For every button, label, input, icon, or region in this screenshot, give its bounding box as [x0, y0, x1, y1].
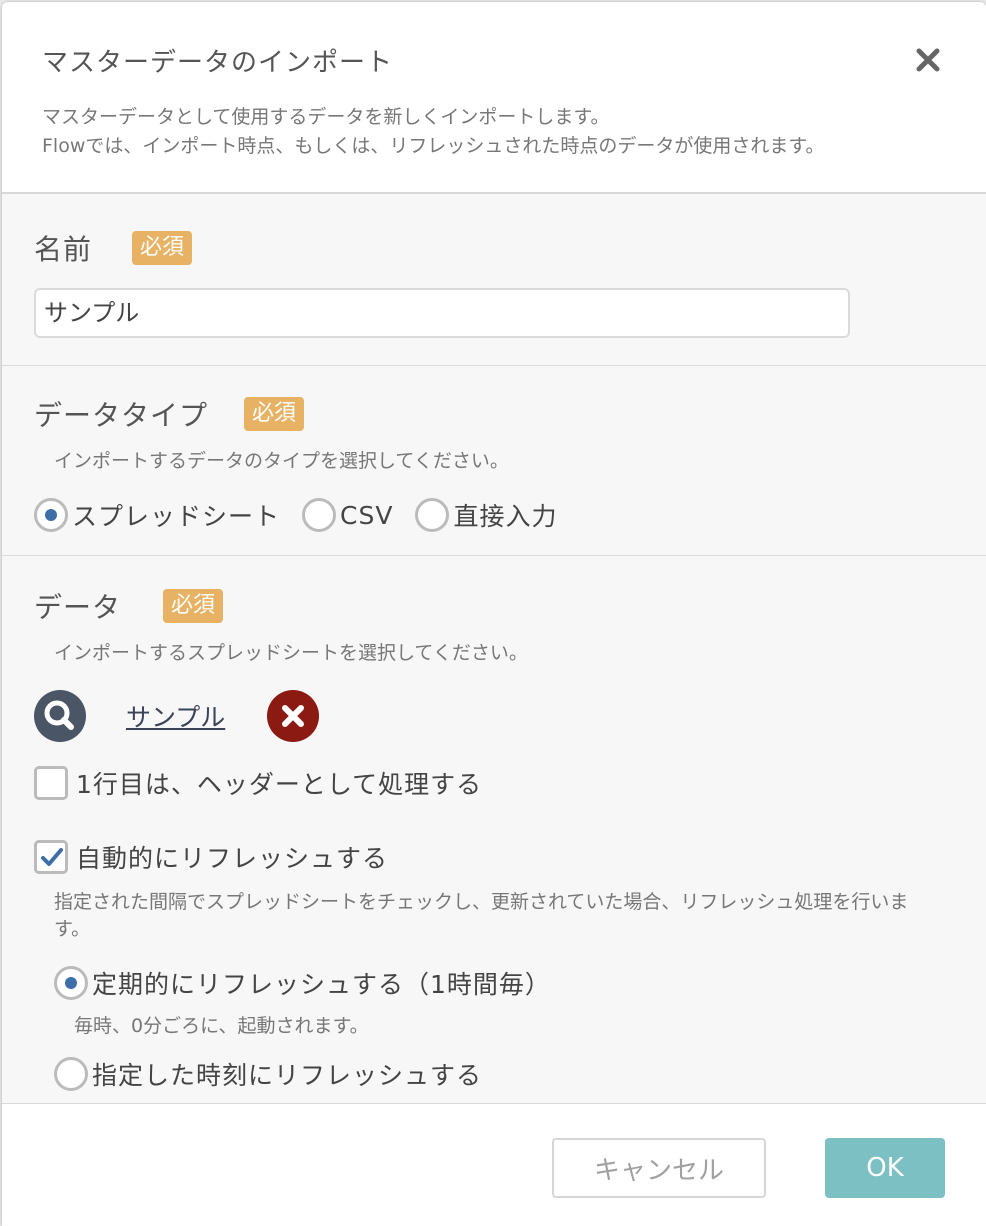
radio-label: 直接入力 — [453, 502, 558, 531]
auto-refresh-hint: 指定された間隔でスプレッドシートをチェックし、更新されていた場合、リフレッシュ処… — [54, 891, 909, 940]
data-type-hint: インポートするデータのタイプを選択してください。 — [54, 450, 509, 472]
dialog-title: マスターデータのインポート — [42, 48, 394, 78]
radio-csv[interactable]: CSV — [302, 498, 393, 532]
radio-selected-icon — [34, 498, 68, 532]
radio-unselected-icon — [302, 498, 337, 532]
periodic-refresh-hint: 毎時、0分ごろに、起動されます。 — [74, 1015, 369, 1037]
name-label: 名前 — [34, 233, 93, 266]
refresh-mode-options: 定期的にリフレッシュする（1時間毎） 毎時、0分ごろに、起動されます。 指定した… — [54, 965, 954, 1092]
selected-file-row: サンプル — [34, 689, 954, 743]
ok-button[interactable]: OK — [825, 1138, 945, 1198]
radio-label: 定期的にリフレッシュする（1時間毎） — [92, 970, 551, 999]
radio-periodic-refresh[interactable]: 定期的にリフレッシュする（1時間毎） — [54, 965, 932, 1001]
data-type-section: データタイプ 必須 インポートするデータのタイプを選択してください。 スプレッド… — [2, 366, 986, 556]
dialog-description: マスターデータとして使用するデータを新しくインポートします。 Flowでは、イン… — [42, 103, 946, 161]
dialog-footer: キャンセル OK — [2, 1106, 986, 1226]
radio-unselected-icon — [54, 1057, 88, 1091]
remove-file-icon[interactable] — [267, 690, 320, 742]
data-section: データ 必須 インポートするスプレッドシートを選択してください。 サンプル 1行… — [2, 556, 986, 1104]
radio-label: 指定した時刻にリフレッシュする — [92, 1061, 483, 1090]
required-badge: 必須 — [244, 397, 305, 431]
import-master-data-dialog: マスターデータのインポート マスターデータとして使用するデータを新しくインポート… — [2, 2, 986, 1226]
radio-label: CSV — [340, 500, 394, 530]
required-badge: 必須 — [132, 231, 193, 265]
data-type-label: データタイプ — [34, 399, 209, 432]
radio-scheduled-refresh[interactable]: 指定した時刻にリフレッシュする — [54, 1056, 932, 1092]
auto-refresh-checkbox[interactable]: 自動的にリフレッシュする — [34, 839, 954, 875]
checkbox-label: 1行目は、ヘッダーとして処理する — [76, 770, 483, 799]
name-input[interactable]: サンプル — [34, 288, 850, 338]
data-type-options: スプレッドシート CSV 直接入力 — [34, 497, 954, 533]
data-label: データ — [34, 591, 122, 624]
checkmark-icon — [34, 840, 68, 874]
checkbox-unchecked-icon — [34, 766, 68, 800]
selected-file-link[interactable]: サンプル — [126, 698, 225, 734]
radio-spreadsheet[interactable]: スプレッドシート — [34, 497, 280, 533]
close-icon[interactable] — [914, 46, 942, 74]
dialog-body: 名前 必須 サンプル データタイプ 必須 インポートするデータのタイプを選択して… — [2, 192, 986, 1104]
radio-unselected-icon — [415, 498, 450, 532]
header-row-checkbox[interactable]: 1行目は、ヘッダーとして処理する — [34, 765, 954, 801]
radio-direct-input[interactable]: 直接入力 — [415, 497, 557, 533]
radio-label: スプレッドシート — [72, 502, 281, 531]
dialog-header: マスターデータのインポート マスターデータとして使用するデータを新しくインポート… — [2, 2, 986, 190]
name-section: 名前 必須 サンプル — [2, 194, 986, 366]
required-badge: 必須 — [163, 589, 224, 623]
checkbox-label: 自動的にリフレッシュする — [76, 844, 389, 873]
data-hint: インポートするスプレッドシートを選択してください。 — [54, 642, 528, 664]
cancel-button[interactable]: キャンセル — [552, 1138, 766, 1198]
search-icon[interactable] — [34, 690, 86, 742]
radio-selected-icon — [54, 966, 88, 1000]
description-line-2: Flowでは、インポート時点、もしくは、リフレッシュされた時点のデータが使用され… — [42, 135, 825, 157]
description-line-1: マスターデータとして使用するデータを新しくインポートします。 — [42, 106, 610, 128]
